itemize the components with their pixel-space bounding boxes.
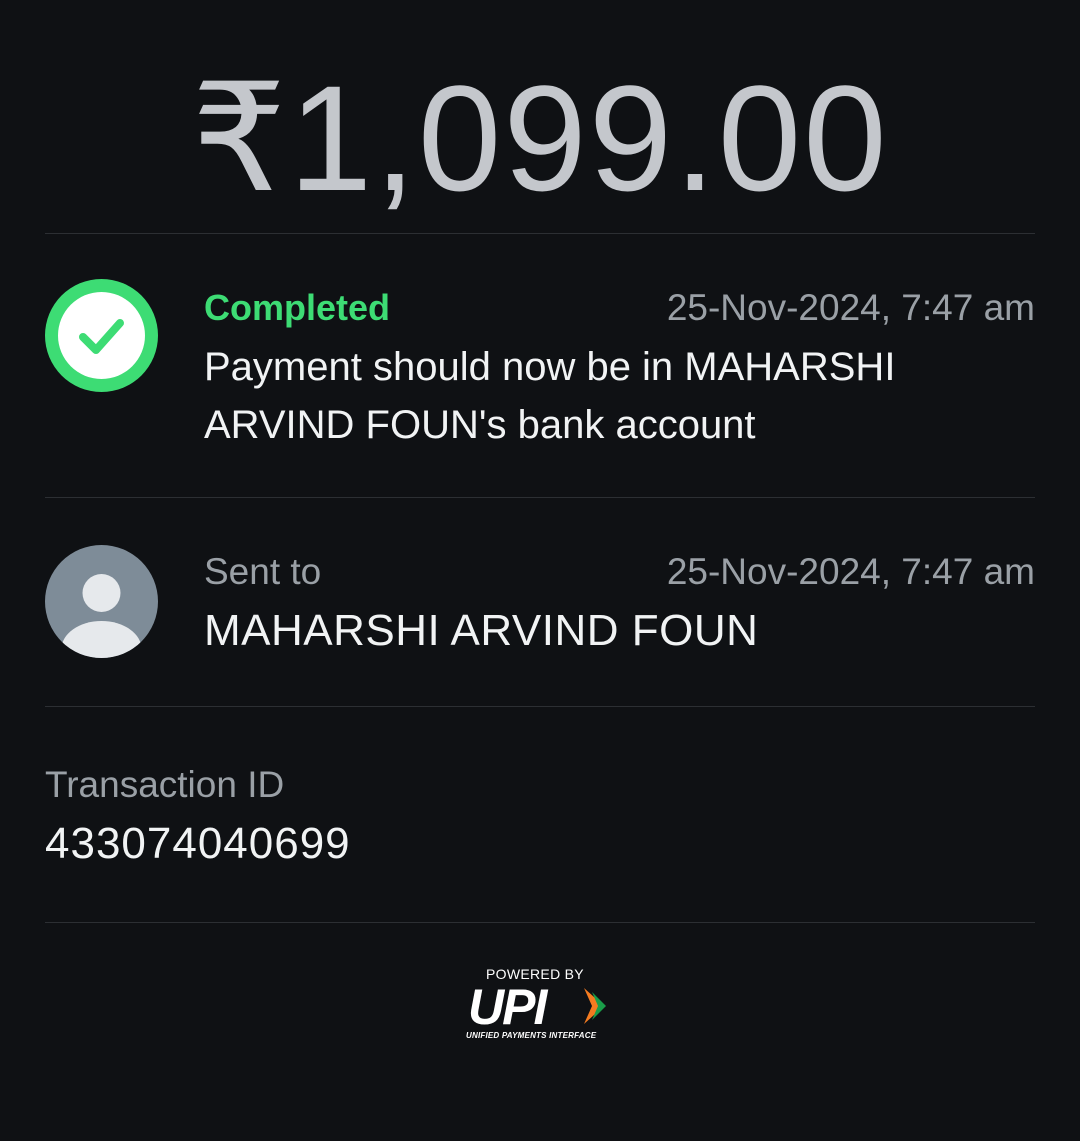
recipient-name: MAHARSHI ARVIND FOUN [204, 606, 759, 655]
sent-to-label: Sent to [204, 551, 322, 592]
status-message: Payment should now be in MAHARSHI ARVIND… [204, 345, 896, 447]
transaction-id-label: Transaction ID [45, 764, 285, 805]
payment-amount: ₹1,099.00 [191, 54, 889, 222]
transaction-id-value: 433074040699 [45, 819, 351, 868]
person-avatar-icon [45, 545, 158, 658]
upi-subtitle: UNIFIED PAYMENTS INTERFACE [466, 1031, 597, 1040]
upi-arrow-icon [584, 988, 606, 1024]
divider [45, 233, 1035, 234]
divider [45, 706, 1035, 707]
status-label: Completed [204, 287, 391, 328]
check-circle-icon [45, 279, 158, 392]
recipient-timestamp: 25-Nov-2024, 7:47 am [666, 551, 1035, 592]
upi-logo: POWERED BY UPI UNIFIED PAYMENTS INTERFAC… [462, 966, 622, 1046]
upi-wordmark: UPI [468, 979, 547, 1035]
divider [45, 922, 1035, 923]
status-timestamp: 25-Nov-2024, 7:47 am [666, 287, 1035, 328]
divider [45, 497, 1035, 498]
